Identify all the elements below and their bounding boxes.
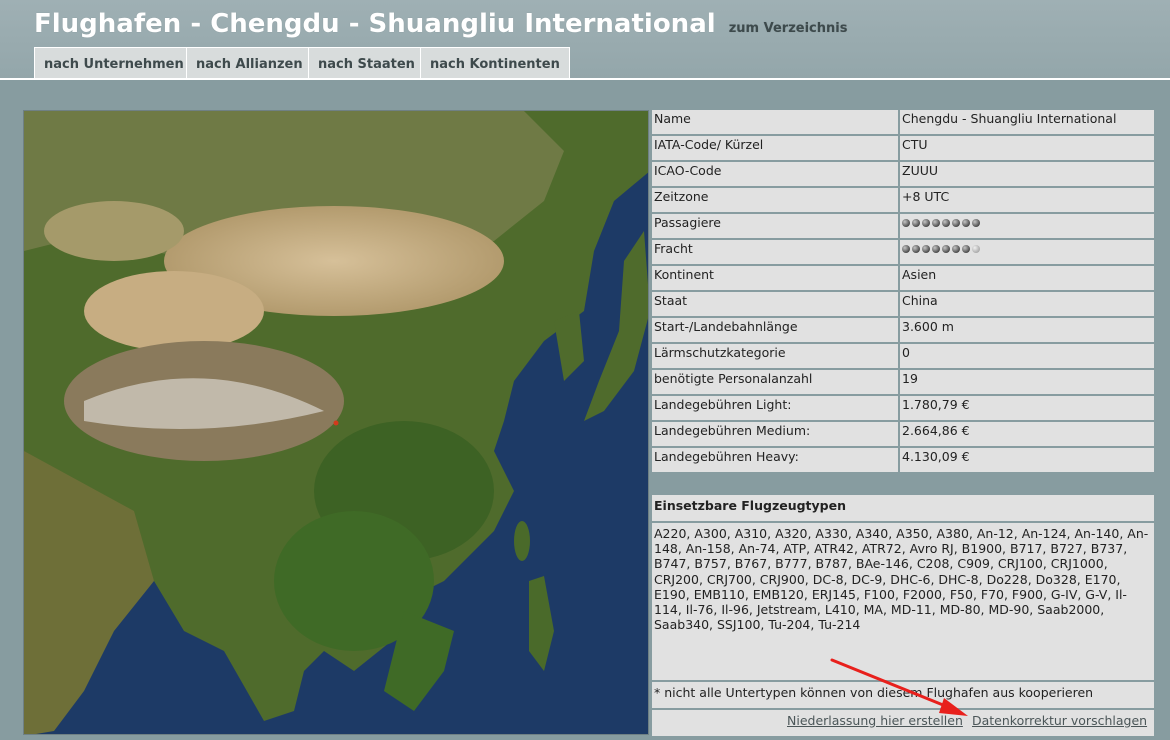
tab-by-country[interactable]: nach Staaten (308, 47, 425, 78)
table-row: IATA-Code/ Kürzel CTU (652, 136, 1154, 160)
rating-dot-icon (902, 219, 910, 227)
table-row: Lärmschutzkategorie 0 (652, 344, 1154, 368)
rating-dot-icon (912, 219, 920, 227)
rating-dots (902, 219, 980, 227)
rating-dot-icon (932, 219, 940, 227)
rating-dot-icon (942, 219, 950, 227)
action-links: Niederlassung hier erstellen Datenkorrek… (652, 710, 1154, 736)
satellite-map-image (24, 111, 648, 734)
rating-dot-icon (942, 245, 950, 253)
detail-value: ZUUU (900, 162, 1154, 186)
rating-dot-icon (952, 245, 960, 253)
satellite-map (23, 110, 649, 735)
detail-label: Landegebühren Medium: (652, 422, 898, 446)
table-row: Zeitzone +8 UTC (652, 188, 1154, 212)
detail-value: CTU (900, 136, 1154, 160)
detail-value: 0 (900, 344, 1154, 368)
rating-dot-icon (952, 219, 960, 227)
table-row: Start-/Landebahnlänge 3.600 m (652, 318, 1154, 342)
table-row: Landegebühren Heavy: 4.130,09 € (652, 448, 1154, 472)
rating-dot-icon (912, 245, 920, 253)
airport-title: Flughafen - Chengdu - Shuangliu Internat… (34, 9, 716, 39)
detail-value: 3.600 m (900, 318, 1154, 342)
detail-value: 4.130,09 € (900, 448, 1154, 472)
airport-marker-icon (333, 420, 339, 426)
table-row: Staat China (652, 292, 1154, 316)
rating-dot-icon (922, 219, 930, 227)
detail-value: +8 UTC (900, 188, 1154, 212)
detail-label: IATA-Code/ Kürzel (652, 136, 898, 160)
table-row: Kontinent Asien (652, 266, 1154, 290)
detail-value: China (900, 292, 1154, 316)
detail-value: 2.664,86 € (900, 422, 1154, 446)
detail-label: Start-/Landebahnlänge (652, 318, 898, 342)
detail-label: Kontinent (652, 266, 898, 290)
passenger-rating (900, 214, 1154, 238)
rating-dot-icon (922, 245, 930, 253)
create-branch-link[interactable]: Niederlassung hier erstellen (787, 713, 963, 728)
rating-dot-icon (962, 245, 970, 253)
table-row: benötigte Personalanzahl 19 (652, 370, 1154, 394)
detail-value: Chengdu - Shuangliu International (900, 110, 1154, 134)
tab-divider (0, 78, 1170, 80)
detail-label: Landegebühren Light: (652, 396, 898, 420)
table-row: Landegebühren Light: 1.780,79 € (652, 396, 1154, 420)
tab-by-continent[interactable]: nach Kontinenten (420, 47, 570, 78)
tab-by-company[interactable]: nach Unternehmen (34, 47, 194, 78)
detail-label: ICAO-Code (652, 162, 898, 186)
detail-label: Staat (652, 292, 898, 316)
tab-by-alliance[interactable]: nach Allianzen (186, 47, 313, 78)
table-row: Fracht (652, 240, 1154, 264)
page-title: Flughafen - Chengdu - Shuangliu Internat… (34, 9, 847, 39)
rating-dot-icon (932, 245, 940, 253)
cargo-rating (900, 240, 1154, 264)
table-row: Passagiere (652, 214, 1154, 238)
detail-label: Landegebühren Heavy: (652, 448, 898, 472)
airport-details-table: Name Chengdu - Shuangliu International I… (650, 108, 1156, 474)
page-header: Flughafen - Chengdu - Shuangliu Internat… (0, 0, 1170, 80)
detail-label: Name (652, 110, 898, 134)
detail-label: Passagiere (652, 214, 898, 238)
detail-label: Zeitzone (652, 188, 898, 212)
rating-dot-icon (972, 245, 980, 253)
detail-value: 1.780,79 € (900, 396, 1154, 420)
suggest-correction-link[interactable]: Datenkorrektur vorschlagen (972, 713, 1147, 728)
subtype-note: * nicht alle Untertypen können von diese… (652, 682, 1154, 708)
rating-dot-icon (972, 219, 980, 227)
table-row: ICAO-Code ZUUU (652, 162, 1154, 186)
rating-dots (902, 245, 980, 253)
detail-value: 19 (900, 370, 1154, 394)
detail-label: Lärmschutzkategorie (652, 344, 898, 368)
aircraft-types-list: A220, A300, A310, A320, A330, A340, A350… (652, 523, 1154, 680)
table-row: Landegebühren Medium: 2.664,86 € (652, 422, 1154, 446)
detail-value: Asien (900, 266, 1154, 290)
detail-label: Fracht (652, 240, 898, 264)
detail-label: benötigte Personalanzahl (652, 370, 898, 394)
rating-dot-icon (902, 245, 910, 253)
table-row: Name Chengdu - Shuangliu International (652, 110, 1154, 134)
rating-dot-icon (962, 219, 970, 227)
directory-link[interactable]: zum Verzeichnis (729, 21, 848, 36)
aircraft-types-heading: Einsetzbare Flugzeugtypen (652, 495, 1154, 521)
